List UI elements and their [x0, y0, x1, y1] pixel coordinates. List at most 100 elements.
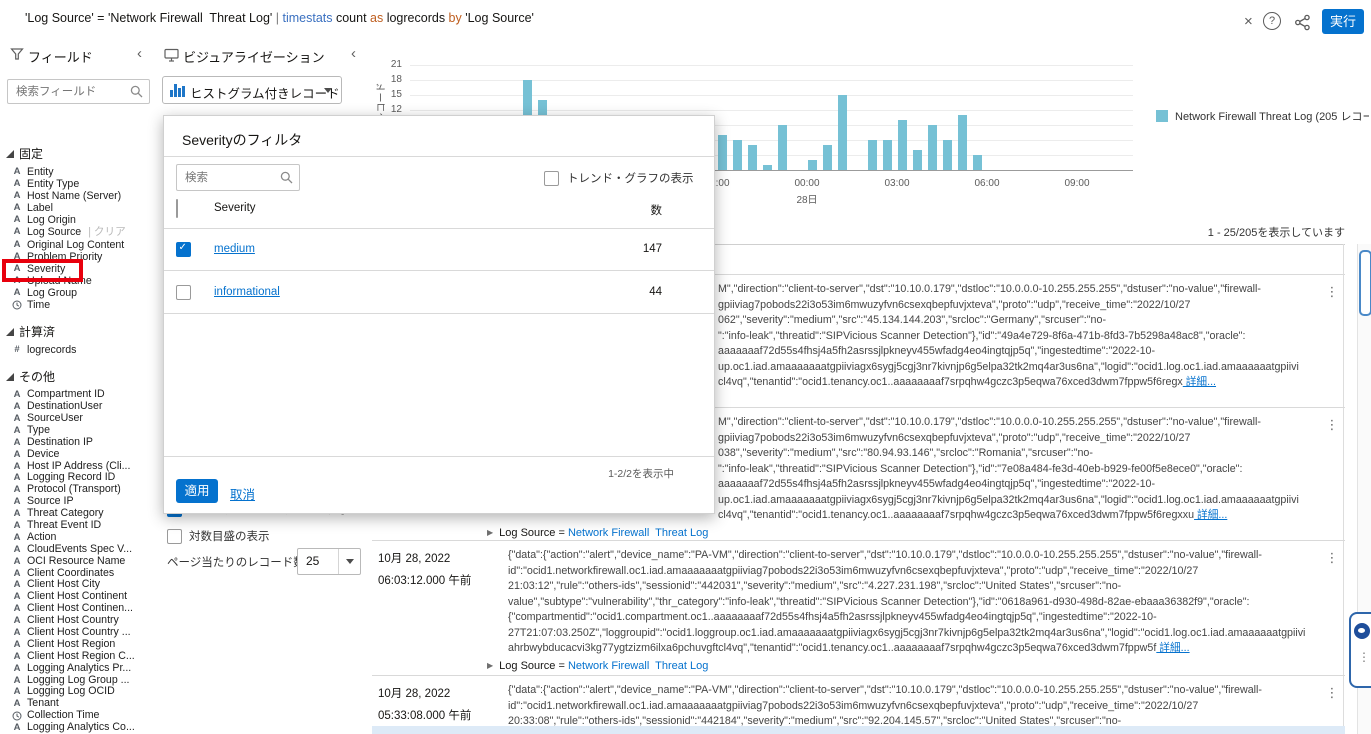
record-json-line: {"data":{"action":"alert","device_name":… — [508, 683, 1315, 699]
text-field-icon: A — [12, 239, 22, 251]
source-link[interactable]: Network Firewall Threat Log — [568, 660, 708, 672]
field-item-log-group[interactable]: ALog Group — [0, 287, 155, 299]
histogram-bar[interactable] — [733, 140, 742, 170]
histogram-bar[interactable] — [928, 125, 937, 170]
expand-icon[interactable]: ▶ — [487, 661, 493, 670]
histogram-bar[interactable] — [868, 140, 877, 170]
column-header-severity: Severity — [214, 202, 256, 214]
text-field-icon: A — [12, 472, 22, 484]
record-source-line[interactable]: ▶ Log Source = Network Firewall Threat Lo… — [487, 660, 708, 672]
chevron-down-icon — [346, 559, 354, 564]
histogram-bar[interactable] — [943, 140, 952, 170]
histogram-bar[interactable] — [958, 115, 967, 170]
histogram-bar[interactable] — [883, 140, 892, 170]
query-token: as — [370, 11, 383, 25]
field-item-time[interactable]: Time — [0, 299, 155, 311]
filter-search-input[interactable] — [183, 167, 282, 188]
text-field-icon: A — [12, 389, 22, 401]
collapse-fields-icon[interactable]: ‹ — [137, 45, 142, 62]
scrollbar-thumb[interactable] — [1359, 250, 1371, 316]
detail-link[interactable]: 詳細... — [1194, 509, 1227, 521]
value-checkbox[interactable] — [176, 242, 191, 257]
option-log-scale[interactable]: 対数目盛の表示 — [167, 528, 270, 544]
field-item-logging-log-ocid[interactable]: ALogging Log OCID — [0, 686, 155, 698]
field-section-header[interactable]: 固定 — [6, 145, 155, 162]
text-field-icon: A — [12, 287, 22, 299]
record-menu-icon[interactable]: ⋮ — [1325, 685, 1339, 701]
field-list: 固定 AEntityAEntity TypeAHost Name (Server)… — [0, 145, 155, 734]
field-search[interactable] — [7, 79, 150, 104]
assistant-widget[interactable]: ⋮ — [1349, 612, 1371, 688]
detail-link[interactable]: 詳細... — [1156, 642, 1189, 654]
record-menu-icon[interactable]: ⋮ — [1325, 550, 1339, 566]
field-item-oci-resource-name[interactable]: AOCI Resource Name — [0, 556, 155, 568]
query-input[interactable]: 'Log Source' = 'Network Firewall Threat … — [25, 11, 534, 25]
histogram-bar[interactable] — [913, 150, 922, 170]
clear-link[interactable]: | クリア — [88, 226, 125, 238]
chart-type-dropdown[interactable]: ヒストグラム付きレコード — [162, 76, 342, 104]
histogram-bar[interactable] — [763, 165, 772, 170]
close-icon[interactable]: × — [1244, 13, 1253, 30]
chart-legend[interactable]: Network Firewall Threat Log (205 レコー... — [1156, 108, 1369, 124]
record-menu-icon[interactable]: ⋮ — [1325, 417, 1339, 433]
histogram-bar[interactable] — [838, 95, 847, 170]
detail-link[interactable]: 詳細... — [1183, 376, 1216, 388]
field-section-header[interactable]: 計算済 — [6, 323, 155, 340]
value-link[interactable]: medium — [214, 243, 255, 255]
records-per-page-select[interactable]: 25 — [297, 548, 361, 575]
value-checkbox[interactable] — [176, 285, 191, 300]
x-tick-label: 06:00 — [967, 178, 1007, 189]
histogram-bar[interactable] — [748, 145, 757, 170]
field-item-device[interactable]: ADevice — [0, 449, 155, 461]
trend-graph-option[interactable]: トレンド・グラフの表示 — [544, 170, 694, 186]
histogram-bar[interactable] — [718, 135, 727, 170]
field-item-logrecords[interactable]: #logrecords — [0, 344, 155, 356]
record-source-line[interactable]: ▶Log Source = Network Firewall Threat Lo… — [487, 527, 708, 539]
value-link[interactable]: informational — [214, 286, 280, 298]
field-item-label[interactable]: ALabel — [0, 202, 155, 214]
record-content: M","direction":"client-to-server","dst":… — [718, 415, 1335, 526]
filter-search[interactable] — [176, 164, 300, 191]
help-icon[interactable]: ? — [1263, 12, 1281, 30]
field-item-log-origin[interactable]: ALog Origin — [0, 214, 155, 226]
field-item-log-source[interactable]: ALog Source| クリア — [0, 226, 155, 238]
field-item-threat-event-id[interactable]: AThreat Event ID — [0, 520, 155, 532]
field-item-host-name-server-[interactable]: AHost Name (Server) — [0, 190, 155, 202]
severity-annotation — [2, 259, 83, 282]
record-menu-icon[interactable]: ⋮ — [1325, 284, 1339, 300]
histogram-bar[interactable] — [808, 160, 817, 170]
field-item-original-log-content[interactable]: AOriginal Log Content — [0, 239, 155, 251]
histogram-bar[interactable] — [973, 155, 982, 170]
histogram-bar[interactable] — [898, 120, 907, 170]
cancel-link[interactable]: 取消 — [230, 484, 255, 503]
share-icon[interactable] — [1294, 14, 1311, 31]
gridline — [410, 80, 1133, 81]
field-section-header[interactable]: その他 — [6, 368, 155, 385]
field-search-input[interactable] — [14, 81, 133, 102]
field-item-protocol-transport-[interactable]: AProtocol (Transport) — [0, 484, 155, 496]
field-item-entity[interactable]: AEntity — [0, 166, 155, 178]
field-item-client-host-region-c-[interactable]: AClient Host Region C... — [0, 651, 155, 663]
field-item-entity-type[interactable]: AEntity Type — [0, 178, 155, 190]
collapse-visualization-icon[interactable]: ‹ — [351, 45, 356, 62]
record-json-line: id":"ocid1.networkfirewall.oc1.iad.amaaa… — [508, 699, 1315, 715]
histogram-bar[interactable] — [778, 125, 787, 170]
x-tick-sublabel: 28日 — [787, 191, 827, 206]
select-all-checkbox[interactable] — [176, 199, 178, 218]
expand-icon[interactable]: ▶ — [487, 528, 493, 537]
source-link[interactable]: Network Firewall Threat Log — [568, 527, 708, 539]
field-item-logging-analytics-pr-[interactable]: ALogging Analytics Pr... — [0, 663, 155, 675]
field-item-type[interactable]: AType — [0, 425, 155, 437]
text-field-icon: A — [12, 437, 22, 449]
text-field-icon: A — [12, 615, 22, 627]
run-button[interactable]: 実行 — [1322, 9, 1364, 34]
apply-button[interactable]: 適用 — [176, 479, 218, 503]
field-item-destination-ip[interactable]: ADestination IP — [0, 437, 155, 449]
log-scale-checkbox[interactable] — [167, 529, 182, 544]
field-item-cloudevents-spec-v-[interactable]: ACloudEvents Spec V... — [0, 544, 155, 556]
histogram-bar[interactable] — [823, 145, 832, 170]
source-prefix: Log Source = — [499, 660, 568, 672]
trend-graph-checkbox[interactable] — [544, 171, 559, 186]
field-item-sourceuser[interactable]: ASourceUser — [0, 413, 155, 425]
field-item-action[interactable]: AAction — [0, 532, 155, 544]
